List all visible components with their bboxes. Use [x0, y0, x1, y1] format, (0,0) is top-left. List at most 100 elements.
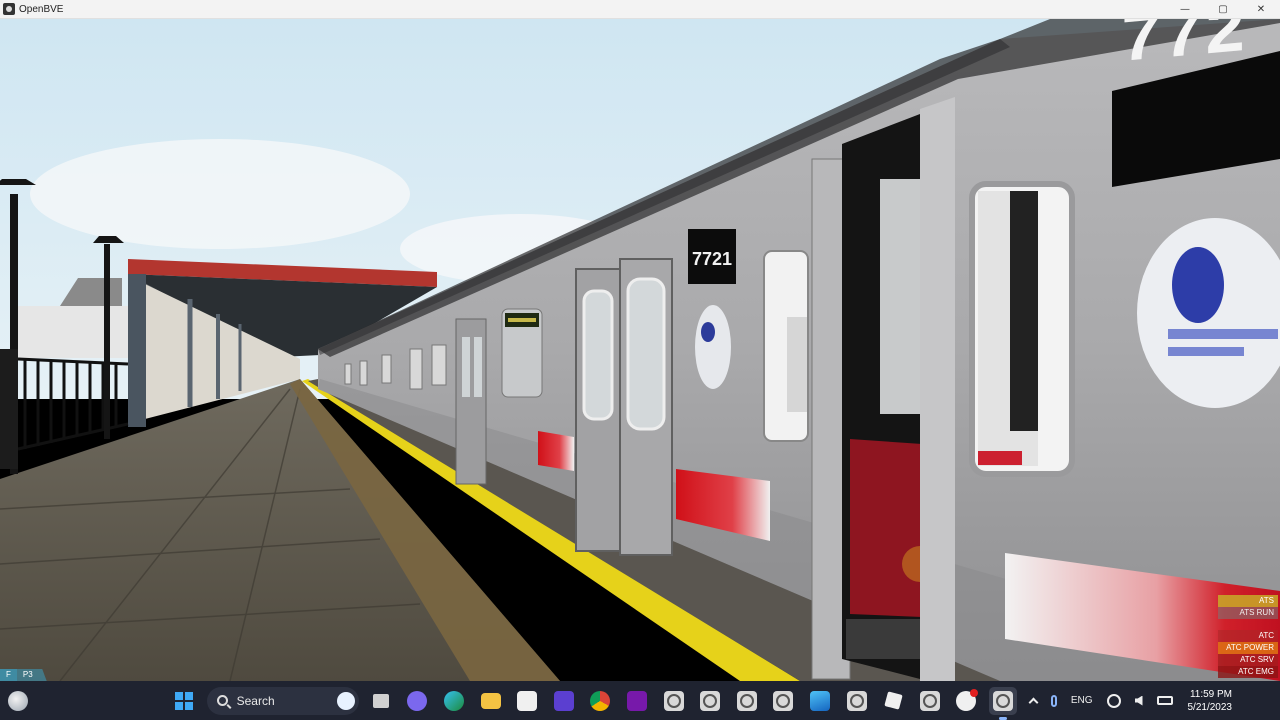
onenote-icon	[627, 690, 648, 711]
reverser-indicator: F	[0, 669, 17, 681]
minimize-button[interactable]: —	[1166, 0, 1204, 19]
taskbar-clock[interactable]: 11:59 PM 5/21/2023	[1188, 688, 1233, 714]
window-interior	[787, 317, 807, 412]
taskbar-apps: Search	[166, 681, 1021, 720]
ats-indicators: ATS ATS RUN	[1218, 595, 1278, 619]
openbve-window-button[interactable]	[916, 687, 944, 715]
openbve-icon	[773, 690, 794, 711]
openbve-window-button[interactable]	[660, 687, 688, 715]
volume-button[interactable]	[1134, 695, 1143, 706]
mta-logo-mark	[701, 322, 715, 342]
maximize-button[interactable]: ▢	[1204, 0, 1242, 19]
battery-icon	[1156, 696, 1173, 705]
door-window	[582, 289, 614, 421]
door-window	[462, 337, 470, 397]
window-titlebar: OpenBVE — ▢ ✕	[0, 0, 1280, 19]
clock-time: 11:59 PM	[1189, 688, 1232, 700]
car-interior-window	[880, 179, 920, 414]
car-interior-seat	[850, 439, 922, 617]
store-button[interactable]	[513, 687, 541, 715]
app-blue-button[interactable]	[806, 687, 834, 715]
obs-button[interactable]	[952, 687, 980, 715]
edge-button[interactable]	[440, 687, 468, 715]
speaker-icon	[1134, 695, 1143, 706]
simulator-viewport[interactable]: 7721 772 ATS ATS RUN ATC ATC POWER ATC S…	[0, 19, 1280, 681]
window-title: OpenBVE	[19, 3, 64, 15]
car-number-small: 7721	[692, 249, 732, 269]
network-globe-icon	[1106, 693, 1121, 708]
door-window	[626, 277, 666, 431]
openbve-window-button-active[interactable]	[988, 686, 1017, 720]
store-icon	[517, 690, 538, 711]
fence-post	[0, 349, 18, 469]
mta-logo-small	[695, 305, 731, 389]
openbve-icon	[992, 690, 1013, 711]
chat-icon	[407, 690, 428, 711]
lamp-post	[104, 244, 110, 439]
weather-widget-icon[interactable]	[8, 691, 28, 711]
app-blue-icon	[810, 690, 831, 711]
folder-icon	[480, 692, 501, 709]
openbve-app-icon	[3, 3, 15, 15]
window-interior-seat	[978, 451, 1022, 465]
reverser-power-indicator: F P3	[0, 669, 47, 681]
power-notch-indicator: P3	[16, 669, 47, 681]
openbve-icon	[736, 690, 757, 711]
openbve-icon	[663, 690, 684, 711]
teams-chat-button[interactable]	[403, 687, 431, 715]
openbve-icon	[846, 690, 867, 711]
doorway-floor	[846, 619, 922, 659]
windows-logo-icon	[175, 691, 194, 710]
microphone-icon	[1050, 694, 1057, 707]
cloud	[30, 139, 410, 249]
active-window-indicator	[998, 716, 1007, 720]
visual-studio-button[interactable]	[550, 687, 578, 715]
close-button[interactable]: ✕	[1242, 0, 1280, 19]
microphone-button[interactable]	[1050, 694, 1057, 707]
onenote-button[interactable]	[623, 687, 651, 715]
openbve-window-button[interactable]	[769, 687, 797, 715]
window-controls: — ▢ ✕	[1166, 0, 1280, 19]
train-red-stripe	[538, 431, 574, 471]
task-view-button[interactable]	[367, 687, 395, 715]
vs-icon	[553, 690, 574, 711]
building	[18, 306, 128, 358]
openbve-window-button[interactable]	[733, 687, 761, 715]
network-button[interactable]	[1106, 693, 1121, 708]
mta-logo-text-line	[1168, 347, 1244, 356]
windows-taskbar: Search ENG 11:59 PM 5/21/2023	[0, 681, 1280, 720]
door-window	[474, 337, 482, 397]
file-explorer-button[interactable]	[477, 687, 505, 715]
search-label: Search	[236, 693, 275, 708]
bing-icon[interactable]	[336, 691, 355, 710]
mta-logo-mark-large	[1172, 247, 1224, 323]
chrome-button[interactable]	[586, 687, 614, 715]
openbve-icon	[700, 690, 721, 711]
atc-power-indicator: ATC POWER	[1218, 642, 1278, 654]
battery-button[interactable]	[1156, 696, 1173, 705]
chevron-up-icon	[1028, 697, 1039, 708]
openbve-icon	[919, 690, 940, 711]
tray-overflow-button[interactable]	[1028, 695, 1039, 708]
atc-indicator: ATC	[1218, 630, 1278, 642]
taskbar-search[interactable]: Search	[206, 686, 359, 715]
clock-date: 5/21/2023	[1187, 701, 1233, 713]
mta-logo-text-line	[1168, 329, 1278, 339]
atc-srv-indicator: ATC SRV	[1218, 654, 1278, 666]
chrome-icon	[590, 690, 611, 711]
openbve-window-button[interactable]	[696, 687, 724, 715]
task-view-icon	[372, 693, 389, 708]
atc-indicators: ATC ATC POWER ATC SRV ATC EMG	[1218, 630, 1278, 678]
system-tray: ENG 11:59 PM 5/21/2023	[1023, 681, 1280, 720]
canopy-column	[128, 274, 146, 427]
destination-sign-text	[508, 318, 536, 322]
roblox-icon	[884, 691, 903, 710]
openbve-window-button[interactable]	[843, 687, 871, 715]
search-icon	[216, 695, 228, 706]
language-button[interactable]: ENG	[1071, 695, 1093, 706]
roblox-button[interactable]	[879, 687, 907, 715]
atc-emg-indicator: ATC EMG	[1218, 666, 1278, 678]
edge-icon	[444, 690, 465, 711]
start-button[interactable]	[170, 687, 198, 715]
car-number-large: 772	[1120, 19, 1246, 83]
